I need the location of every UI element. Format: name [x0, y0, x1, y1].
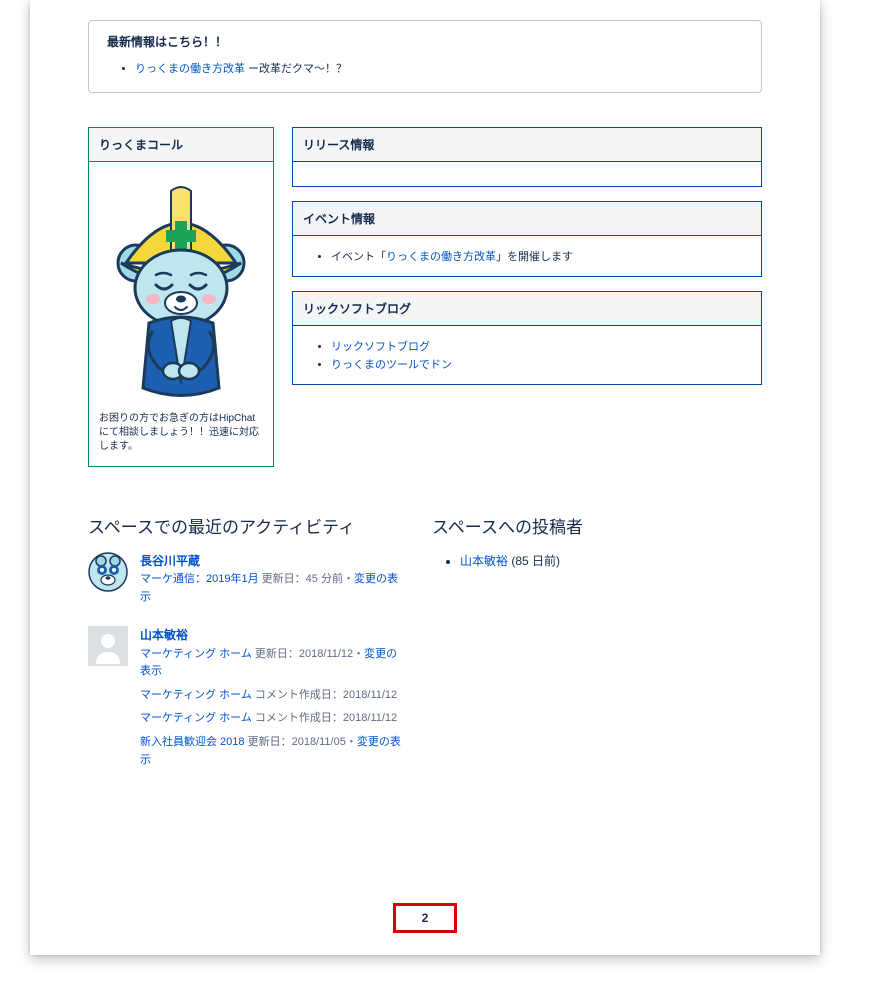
contributor-item: 山本敏裕 (85 日前) [460, 552, 762, 569]
contributor-meta: (85 日前) [508, 554, 560, 568]
latest-info-item: りっくまの働き方改革 ー改革だクマ～！？ [135, 60, 743, 76]
blog-item: リックソフトブログ [331, 338, 749, 354]
latest-info-suffix: ー改革だクマ～！？ [245, 63, 347, 75]
page-number-highlight: 2 [393, 903, 457, 933]
activity-row: マーケティング ホーム コメント作成日：2018/11/12 [140, 710, 404, 728]
activity-entry: 長谷川平蔵 マーケ通信：2019年1月 更新日：45 分前・変更の表示 [88, 552, 404, 612]
activity-meta: 更新日：2018/11/12・ [252, 648, 364, 660]
page-number: 2 [422, 911, 429, 925]
activity-page-link[interactable]: マーケティング ホーム [140, 712, 252, 724]
event-title: イベント情報 [293, 202, 761, 236]
activity-author-link[interactable]: 長谷川平蔵 [140, 554, 200, 568]
activity-page-link[interactable]: マーケティング ホーム [140, 689, 252, 701]
activity-heading: スペースでの最近のアクティビティ [88, 513, 404, 538]
activity-entry: 山本敏裕 マーケティング ホーム 更新日：2018/11/12・変更の表示 マー… [88, 626, 404, 775]
activity-page-link[interactable]: 新入社員歓迎会 2018 [140, 736, 245, 748]
activity-meta: 更新日：2018/11/05・ [245, 736, 357, 748]
rikkuma-call-note: お困りの方でお急ぎの方はHipChatにて相談しましょう！！迅速に対応します。 [95, 408, 267, 460]
activity-row: マーケティング ホーム コメント作成日：2018/11/12 [140, 687, 404, 705]
activity-page-link[interactable]: マーケ通信：2019年1月 [140, 573, 259, 585]
avatar [88, 626, 128, 666]
contributors-heading: スペースへの投稿者 [432, 513, 762, 538]
rikkuma-call-box: りっくまコール [88, 127, 274, 467]
activity-meta: コメント作成日：2018/11/12 [252, 712, 397, 724]
release-title: リリース情報 [293, 128, 761, 162]
event-box: イベント情報 イベント「りっくまの働き方改革」を開催します [292, 201, 762, 277]
blog-title: リックソフトブログ [293, 292, 761, 326]
blog-link-0[interactable]: リックソフトブログ [331, 341, 430, 353]
rikkuma-call-title: りっくまコール [89, 128, 273, 162]
latest-info-title: 最新情報はこちら！！ [107, 33, 743, 50]
event-prefix: イベント「 [331, 251, 386, 263]
activity-page-link[interactable]: マーケティング ホーム [140, 648, 252, 660]
latest-info-link[interactable]: りっくまの働き方改革 [135, 63, 245, 75]
event-item: イベント「りっくまの働き方改革」を開催します [331, 248, 749, 264]
activity-row: マーケ通信：2019年1月 更新日：45 分前・変更の表示 [140, 571, 404, 606]
latest-info-panel: 最新情報はこちら！！ りっくまの働き方改革 ー改革だクマ～！？ [88, 20, 762, 93]
activity-row: マーケティング ホーム 更新日：2018/11/12・変更の表示 [140, 646, 404, 681]
blog-item: りっくまのツールでドン [331, 356, 749, 372]
activity-row: 新入社員歓迎会 2018 更新日：2018/11/05・変更の表示 [140, 734, 404, 769]
event-link[interactable]: りっくまの働き方改革 [386, 251, 496, 263]
contributor-link[interactable]: 山本敏裕 [460, 554, 508, 568]
blog-box: リックソフトブログ リックソフトブログ りっくまのツールでドン [292, 291, 762, 385]
avatar [88, 552, 128, 592]
activity-author-link[interactable]: 山本敏裕 [140, 628, 188, 642]
event-suffix: 」を開催します [496, 251, 573, 263]
release-body [293, 162, 761, 186]
release-box: リリース情報 [292, 127, 762, 187]
rikkuma-mascot-image [95, 168, 267, 408]
blog-link-1[interactable]: りっくまのツールでドン [331, 359, 452, 371]
activity-meta: 更新日：45 分前・ [259, 573, 354, 585]
activity-meta: コメント作成日：2018/11/12 [252, 689, 397, 701]
